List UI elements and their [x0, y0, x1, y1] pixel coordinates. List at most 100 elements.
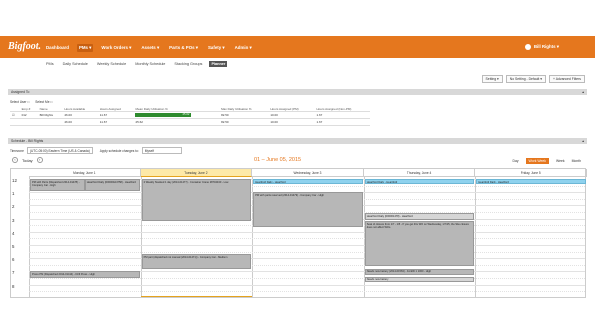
timezone-select[interactable]: (UTC-05:00) Eastern Time (US & Canada): [26, 147, 93, 154]
bar-value: 25.62: [182, 112, 190, 117]
cell-name: Bill Rights: [37, 111, 63, 120]
half-hour-gridline: [29, 264, 585, 266]
schedule-header[interactable]: Schedule - Bill Rights ▴: [8, 138, 587, 144]
saved-setting-dropdown[interactable]: No Setting - Default ▾: [505, 75, 546, 83]
cell-assigned: 11.67: [97, 118, 134, 126]
nav-item[interactable]: Assets ▾: [139, 44, 161, 52]
subnav-tab[interactable]: Weekly Schedule: [95, 61, 128, 67]
advanced-filters-button[interactable]: + Advanced Filters: [548, 75, 585, 83]
view-button[interactable]: Month: [572, 159, 581, 163]
cell-mean: 25.62: [133, 111, 220, 120]
calendar-event[interactable]: PM with Parts (Dispatched 2014-01478) - …: [30, 179, 85, 191]
cell-nonpm: 1.67: [314, 111, 370, 120]
calendar-grid: Monday, June 1 Tuesday, June 2 Wednesday, …: [10, 168, 587, 298]
app-logo[interactable]: Bigfoot.: [8, 41, 41, 52]
calendar-event[interactable]: Heartford Daily (000000A4758) - Heartfor…: [84, 179, 140, 191]
hour-label: 5: [12, 244, 15, 249]
select-me-link[interactable]: Select Me □: [35, 100, 52, 104]
hour-label: 2: [12, 204, 15, 210]
subnav-tab[interactable]: Daily Schedule: [61, 61, 90, 67]
calendar-event[interactable]: Needs new battery: [364, 276, 475, 282]
schedule-title: Schedule - Bill Rights: [11, 139, 44, 143]
apply-changes-select[interactable]: Myself: [141, 147, 182, 154]
calendar-nav: ‹ Today ›: [12, 157, 43, 163]
top-navigation-bar: Bigfoot. Dashboard PMs ▾ Work Orders ▾ Asse…: [0, 36, 595, 58]
subnav-tab[interactable]: PMs: [44, 61, 56, 67]
subnav-tab[interactable]: Monthly Schedule: [133, 61, 167, 67]
nav-item[interactable]: Work Orders ▾: [99, 44, 133, 52]
next-arrow-icon[interactable]: ›: [36, 157, 43, 163]
cell-nonpm: 1.67: [314, 118, 370, 126]
hour-label: 4: [12, 230, 15, 236]
hour-label: 3: [12, 217, 15, 223]
select-user-label: Select User: [10, 100, 27, 104]
hour-label: 7: [12, 270, 15, 276]
cell-max: 82.50: [219, 118, 269, 126]
cell-assigned: 11.67: [97, 111, 134, 120]
calendar-event[interactable]: Seat of closure from 1/7 - 1/5 - If you …: [364, 221, 475, 267]
subnav-tab[interactable]: Planner: [209, 61, 228, 67]
day-header[interactable]: Friday, June 5: [475, 169, 587, 177]
assigned-to-header[interactable]: Assigned To ▴: [8, 89, 587, 95]
nav-item[interactable]: Parts & POs ▾: [167, 44, 200, 52]
calendar-event[interactable]: Press PM (Dispatched 2014-01414) - Drill…: [30, 271, 140, 278]
table-row: 46.00 11.67 25.62 82.50 10.00 1.67: [10, 118, 370, 126]
day-column-divider: [475, 177, 477, 297]
main-nav: Dashboard PMs ▾ Work Orders ▾ Assets ▾ Parts…: [44, 44, 254, 52]
nav-item[interactable]: PMs ▾: [76, 44, 94, 52]
assigned-table: Emp # Name Hours Available Hours Assigned Me…: [10, 106, 370, 126]
day-header[interactable]: Monday, June 1: [29, 169, 141, 177]
hour-label: 1: [12, 191, 15, 197]
advanced-filters-label: Advanced Filters: [555, 77, 581, 81]
user-menu[interactable]: Bill Rights ▾: [524, 44, 559, 50]
half-hour-gridline: [29, 278, 585, 279]
calendar-event[interactable]: PM part (dispatched not manual (2014-014…: [141, 254, 252, 269]
setting-dropdown[interactable]: Setting ▾: [481, 75, 503, 83]
day-header[interactable]: Wednesday, June 3: [252, 169, 364, 177]
row-checkbox[interactable]: ☑: [10, 111, 20, 120]
hour-label: 6: [12, 257, 15, 263]
collapse-icon[interactable]: ▴: [582, 139, 584, 143]
nav-item[interactable]: Safety ▾: [206, 44, 227, 52]
today-button[interactable]: Today: [22, 158, 33, 163]
day-header[interactable]: Tuesday, June 2: [140, 169, 253, 177]
half-hour-gridline: [29, 238, 585, 240]
date-range: 01 – June 05, 2015: [254, 157, 302, 163]
timezone-label: Timezone: [10, 148, 24, 153]
collapse-icon[interactable]: ▴: [582, 90, 584, 94]
cell-emp: 012: [19, 111, 38, 120]
calendar-event[interactable]: Heartford Daily - Heartford: [476, 179, 586, 185]
utilisation-bar: 25.62: [135, 112, 192, 117]
calendar-event[interactable]: 2 Weekly Stacked 1 day (2014-01477) - Co…: [141, 179, 252, 222]
calendar-event[interactable]: Heartford Daily - Heartford: [253, 179, 363, 185]
nav-item[interactable]: Admin ▾: [233, 44, 254, 52]
user-avatar-icon: [524, 44, 531, 50]
day-header[interactable]: Thursday, June 4: [363, 169, 476, 177]
apply-changes-label: Apply schedule changes to:: [99, 148, 139, 153]
cell-mean: 25.62: [133, 118, 220, 126]
view-button[interactable]: Work Week: [525, 158, 549, 164]
view-button[interactable]: Week: [556, 159, 565, 163]
cell-avail: 46.00: [62, 118, 98, 126]
pm-subnav: PMs Daily Schedule Weekly Schedule Monthly …: [44, 61, 228, 67]
hour-label: 8: [12, 283, 15, 289]
subnav-tab[interactable]: Stacking Groups: [172, 61, 204, 67]
user-name[interactable]: Bill Rights ▾: [534, 44, 559, 50]
timezone-row: Timezone (UTC-05:00) Eastern Time (US & …: [10, 147, 182, 154]
cell-pm: 10.00: [268, 118, 315, 126]
select-user-link[interactable]: Select User □: [10, 100, 29, 104]
calendar-event[interactable]: Heartford Daily - Heartford: [364, 179, 475, 185]
nav-item[interactable]: Dashboard: [44, 44, 71, 52]
cell-avail: 46.00: [62, 111, 98, 120]
settings-toolbar: Setting ▾ No Setting - Default ▾ + Advan…: [481, 75, 585, 83]
row-checkbox: [10, 118, 20, 126]
hour-gridline: [29, 231, 585, 233]
view-button[interactable]: Day: [513, 159, 519, 163]
cell-name: [37, 118, 63, 126]
calendar-event[interactable]: Heartford Daily (000001478) - Heartford: [364, 213, 475, 220]
hour-gridline: [29, 258, 585, 260]
calendar-event[interactable]: Needs new battery (2014-01563) - Forklif…: [364, 268, 475, 276]
calendar-event[interactable]: PM with parts reserved (2014-01479) - Co…: [253, 192, 363, 227]
prev-arrow-icon[interactable]: ‹: [12, 157, 18, 163]
half-hour-gridline: [29, 291, 585, 293]
